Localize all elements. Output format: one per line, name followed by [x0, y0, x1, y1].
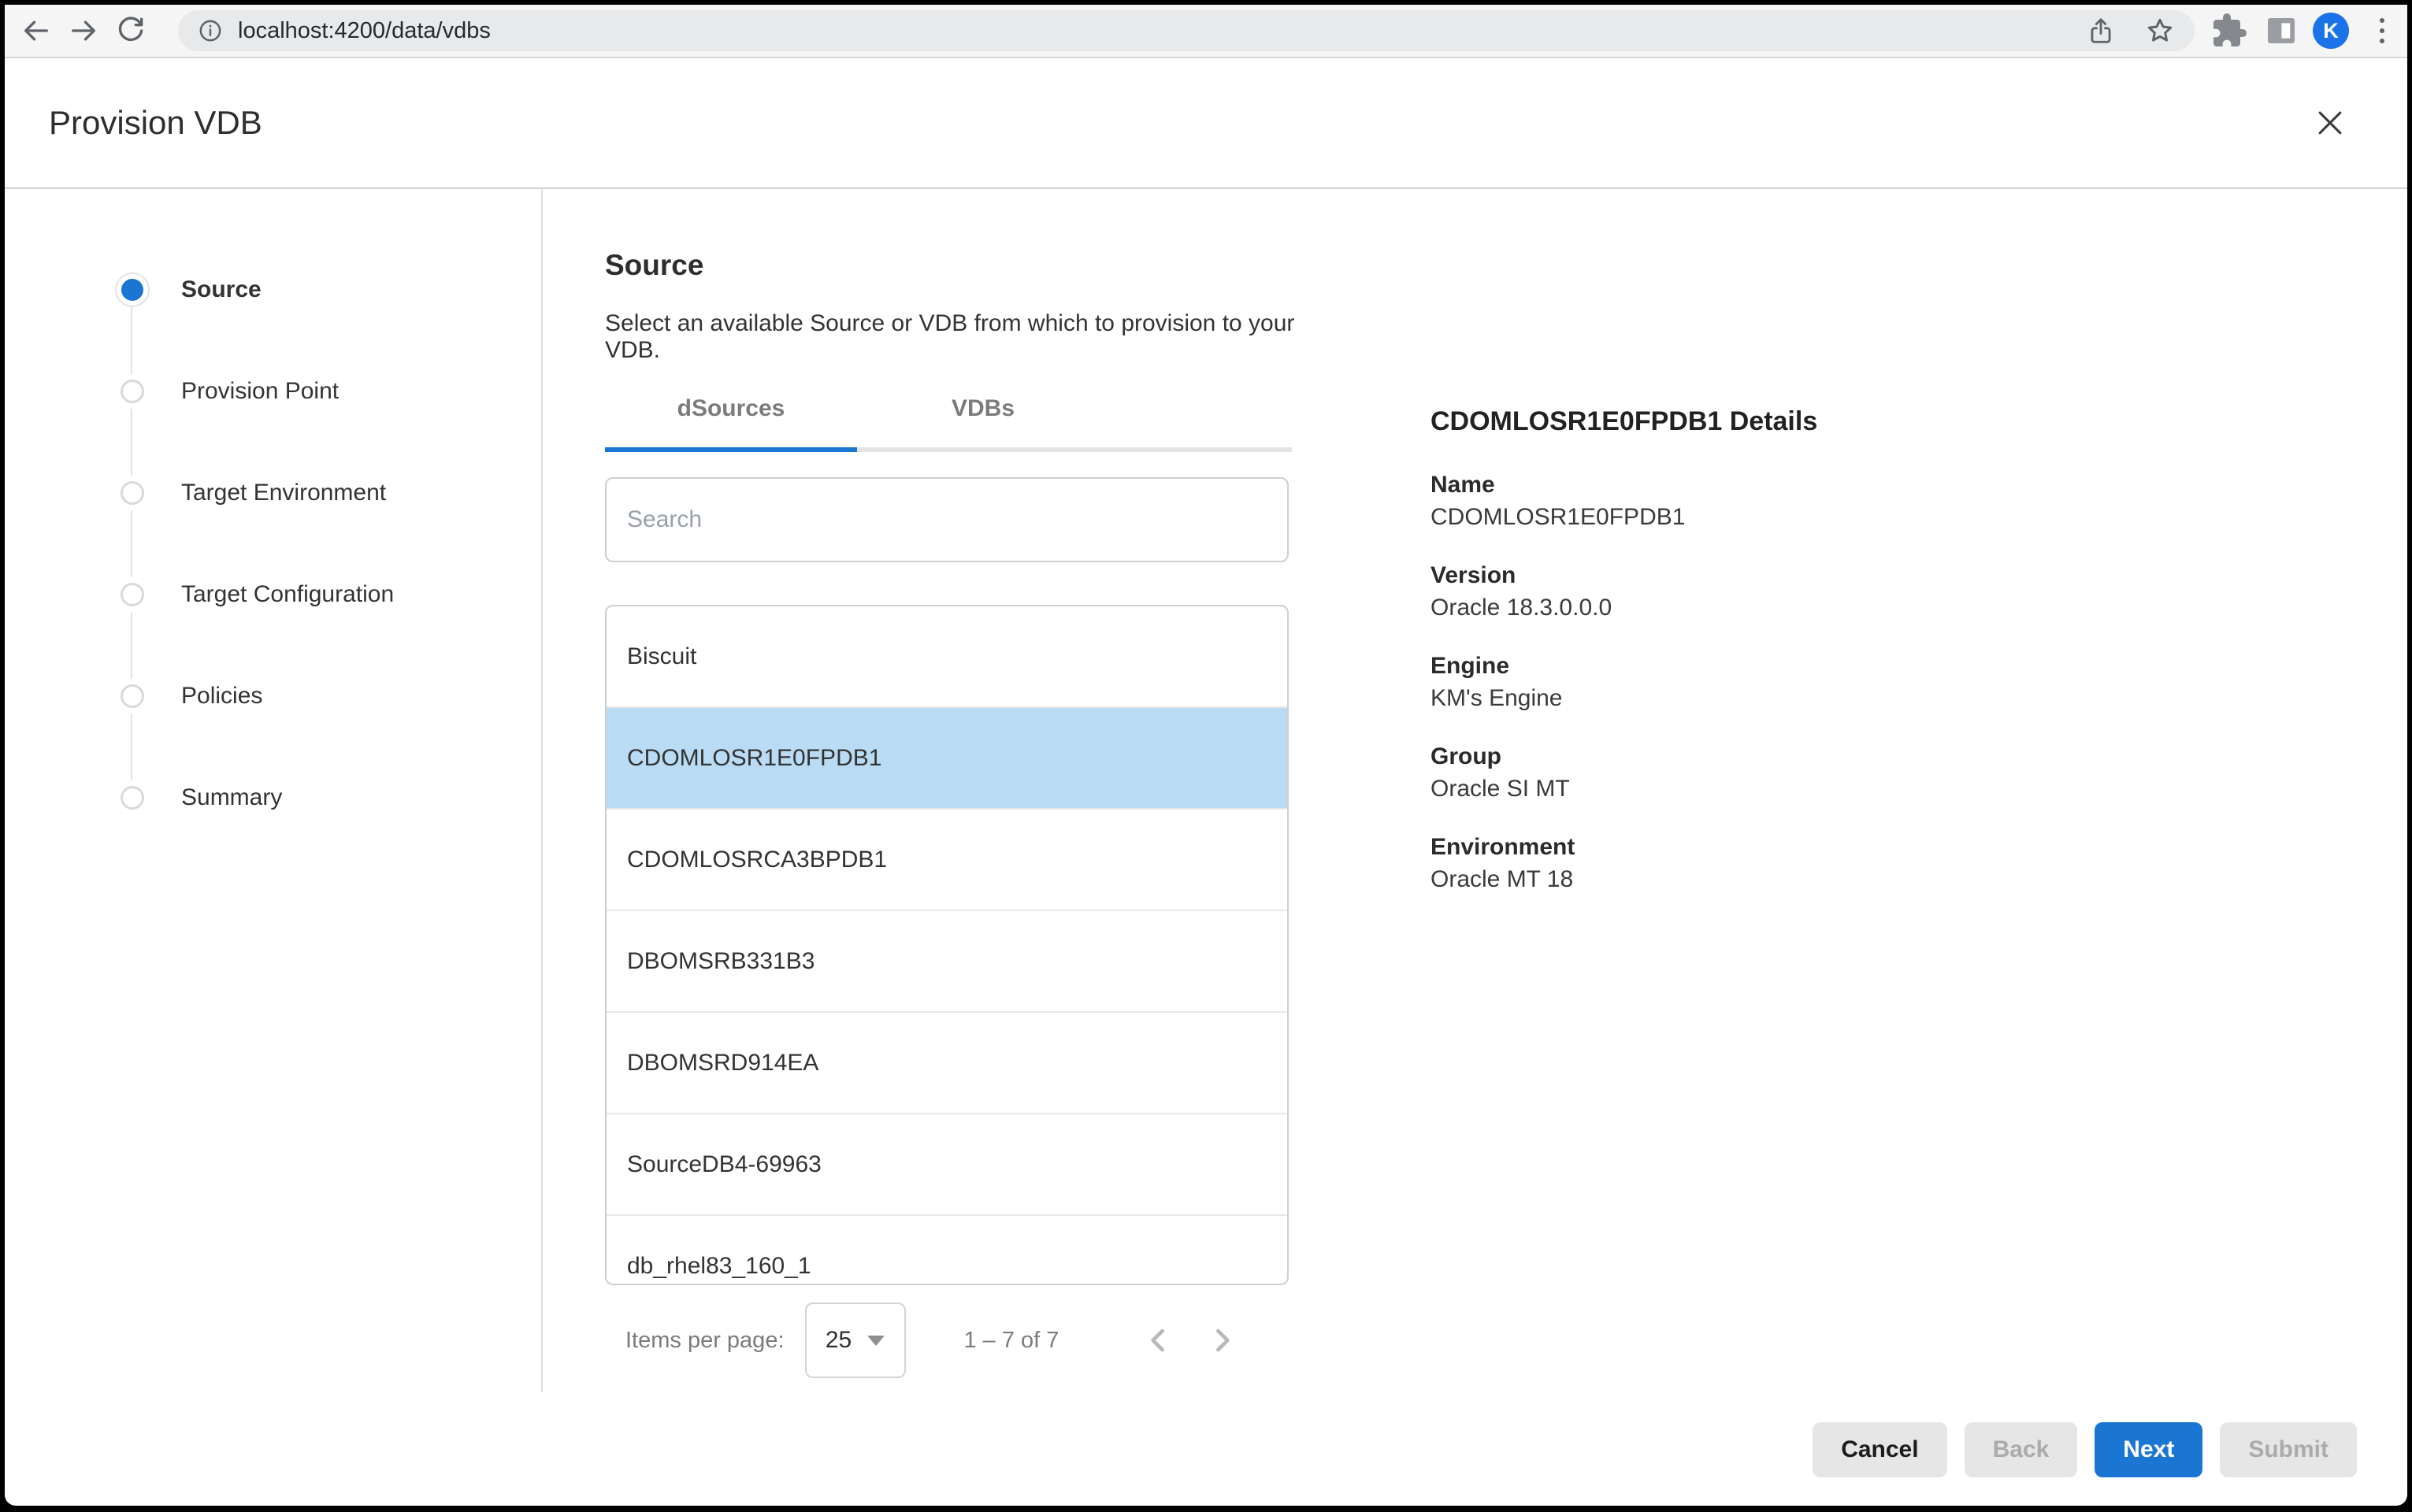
step-label: Summary	[181, 784, 282, 811]
source-list: BiscuitCDOMLOSR1E0FPDB1CDOMLOSRCA3BPDB1D…	[605, 605, 1289, 1285]
pagination: Items per page: 25 1 – 7 of 7	[605, 1301, 1355, 1380]
browser-menu-icon[interactable]	[2373, 18, 2392, 43]
toolbar-right-cluster: K	[2210, 12, 2392, 50]
reload-button[interactable]	[107, 7, 154, 54]
list-item[interactable]: CDOMLOSR1E0FPDB1	[607, 708, 1287, 810]
active-step-dot	[115, 272, 150, 307]
side-panel-icon[interactable]	[2262, 12, 2300, 50]
close-icon	[2313, 106, 2347, 140]
field-label: Group	[1431, 742, 2407, 772]
field-value: CDOMLOSR1E0FPDB1	[1431, 502, 2407, 532]
details-field-name: NameCDOMLOSR1E0FPDB1	[1431, 470, 2407, 532]
field-label: Version	[1431, 561, 2407, 591]
tab-labels: dSourcesVDBs	[605, 395, 1292, 447]
details-field-environment: EnvironmentOracle MT 18	[1431, 832, 2407, 895]
profile-avatar[interactable]: K	[2313, 13, 2349, 49]
step-label: Source	[181, 276, 262, 303]
chevron-left-icon	[1141, 1323, 1176, 1358]
source-selection-column: Source Select an available Source or VDB…	[605, 189, 1355, 1392]
page-description: Select an available Source or VDB from w…	[605, 310, 1355, 364]
search-box	[605, 477, 1289, 562]
step-label: Provision Point	[181, 378, 339, 405]
list-item[interactable]: CDOMLOSRCA3BPDB1	[607, 810, 1287, 911]
tab-underline-track	[605, 447, 1292, 452]
previous-page-button[interactable]	[1141, 1322, 1177, 1358]
forward-button[interactable]	[60, 7, 107, 54]
step-dot	[115, 780, 150, 815]
field-value: Oracle 18.3.0.0.0	[1431, 593, 2407, 623]
details-field-group: GroupOracle SI MT	[1431, 742, 2407, 804]
step-dot	[115, 476, 150, 510]
field-label: Name	[1431, 470, 2407, 500]
stepper-step-policies[interactable]: Policies	[5, 645, 541, 747]
page-range-label: 1 – 7 of 7	[964, 1328, 1059, 1354]
share-icon[interactable]	[2086, 16, 2116, 46]
list-item[interactable]: db_rhel83_160_1	[607, 1216, 1287, 1285]
field-value: KM's Engine	[1431, 684, 2407, 713]
source-tabs: dSourcesVDBs	[605, 395, 1292, 452]
details-fields: NameCDOMLOSR1E0FPDB1 VersionOracle 18.3.0…	[1431, 470, 2407, 895]
list-item[interactable]: DBOMSRD914EA	[607, 1013, 1287, 1114]
url-text[interactable]: localhost:4200/data/vdbs	[238, 18, 2086, 44]
wizard-footer: Cancel Back Next Submit	[5, 1392, 2407, 1506]
items-per-page-value: 25	[826, 1327, 852, 1354]
close-button[interactable]	[2311, 104, 2349, 142]
list-item[interactable]: Biscuit	[607, 606, 1287, 708]
details-title: CDOMLOSR1E0FPDB1 Details	[1431, 406, 2407, 437]
stepper-step-source[interactable]: Source	[5, 239, 541, 340]
field-label: Environment	[1431, 832, 2407, 862]
forward-arrow-icon	[68, 15, 99, 46]
wizard-content: Source Provision Point Target Environment T…	[5, 189, 2407, 1392]
step-label: Target Environment	[181, 480, 386, 506]
items-per-page-label: Items per page:	[625, 1328, 785, 1354]
step-label: Policies	[181, 683, 262, 710]
url-bar[interactable]: localhost:4200/data/vdbs	[178, 10, 2195, 51]
chevron-right-icon	[1204, 1323, 1239, 1358]
reload-icon	[115, 15, 147, 46]
stepper-step-provision-point[interactable]: Provision Point	[5, 340, 541, 442]
list-item[interactable]: DBOMSRB331B3	[607, 911, 1287, 1013]
stepper-step-target-configuration[interactable]: Target Configuration	[5, 543, 541, 645]
select-caret-icon	[867, 1336, 885, 1346]
bookmark-star-icon[interactable]	[2144, 15, 2176, 46]
page-title: Source	[605, 249, 1355, 282]
details-field-version: VersionOracle 18.3.0.0.0	[1431, 561, 2407, 623]
field-label: Engine	[1431, 651, 2407, 681]
back-arrow-icon	[20, 15, 52, 46]
modal-title: Provision VDB	[49, 104, 262, 142]
list-item[interactable]: SourceDB4-69963	[607, 1114, 1287, 1216]
field-value: Oracle MT 18	[1431, 865, 2407, 895]
next-page-button[interactable]	[1204, 1322, 1240, 1358]
main-panel: Source Select an available Source or VDB…	[543, 189, 2407, 1392]
browser-window: localhost:4200/data/vdbs K Provision VDB…	[5, 5, 2407, 1506]
stepper-step-summary[interactable]: Summary	[5, 747, 541, 848]
tab-dsources[interactable]: dSources	[605, 395, 857, 447]
step-label: Target Configuration	[181, 581, 394, 608]
search-input[interactable]	[607, 506, 1287, 533]
submit-button[interactable]: Submit	[2220, 1422, 2357, 1477]
items-per-page-select[interactable]: 25	[805, 1303, 906, 1378]
tab-active-underline	[605, 447, 857, 452]
stepper-steps: Source Provision Point Target Environment T…	[5, 239, 541, 848]
details-panel: CDOMLOSR1E0FPDB1 Details NameCDOMLOSR1E0…	[1431, 189, 2407, 1392]
browser-toolbar: localhost:4200/data/vdbs K	[5, 5, 2407, 58]
tab-vdbs[interactable]: VDBs	[857, 395, 1109, 447]
step-dot	[115, 679, 150, 713]
wizard-sidebar: Source Provision Point Target Environment T…	[5, 189, 543, 1392]
cancel-button[interactable]: Cancel	[1813, 1422, 1946, 1477]
back-button[interactable]	[13, 7, 60, 54]
step-dot	[115, 577, 150, 612]
details-field-engine: Engine KM's Engine	[1431, 651, 2407, 713]
extensions-puzzle-icon[interactable]	[2210, 12, 2248, 50]
modal-header: Provision VDB	[5, 58, 2407, 189]
stepper-step-target-environment[interactable]: Target Environment	[5, 442, 541, 543]
back-button-wizard[interactable]: Back	[1965, 1422, 2078, 1477]
next-button[interactable]: Next	[2095, 1422, 2202, 1477]
step-dot	[115, 374, 150, 409]
field-value: Oracle SI MT	[1431, 774, 2407, 804]
stepper: Source Provision Point Target Environment T…	[5, 189, 541, 848]
site-info-icon[interactable]	[197, 17, 224, 44]
